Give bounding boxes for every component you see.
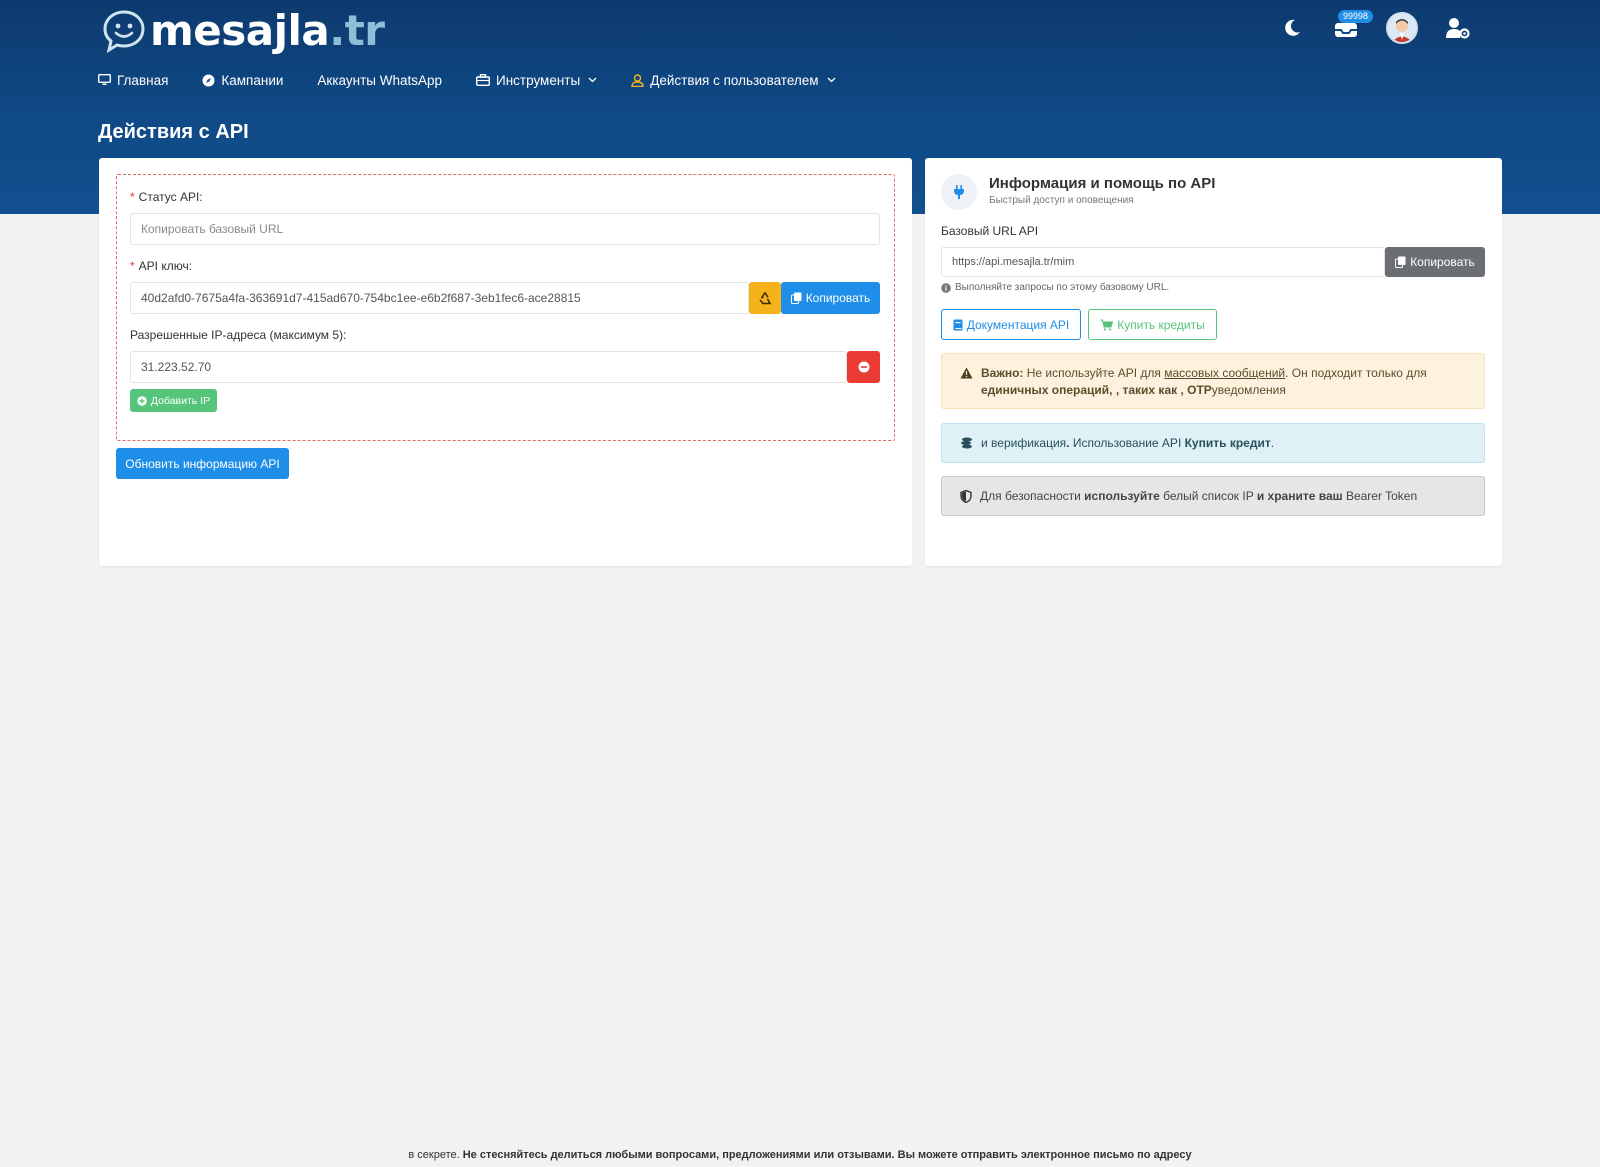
status-input[interactable]: Копировать базовый URL xyxy=(130,213,880,245)
mass-messages-link[interactable]: массовых сообщений xyxy=(1164,366,1285,380)
nav-tools[interactable]: Инструменты xyxy=(476,73,597,88)
warning-triangle-icon xyxy=(960,367,973,379)
book-icon xyxy=(953,319,963,330)
copy-icon xyxy=(790,292,802,304)
page-title: Действия с API xyxy=(98,121,249,143)
base-url-input[interactable]: https://api.mesajla.tr/mim xyxy=(941,247,1385,277)
buy-credits-button[interactable]: Купить кредиты xyxy=(1088,309,1217,340)
nav-whatsapp-accounts[interactable]: Аккаунты WhatsApp xyxy=(317,73,442,88)
user-gear-icon xyxy=(1446,18,1470,39)
cart-icon xyxy=(1100,319,1114,331)
key-label: * API ключ: xyxy=(130,259,193,273)
briefcase-icon xyxy=(476,74,490,86)
remove-ip-button[interactable] xyxy=(847,351,880,383)
info-title: Информация и помощь по API xyxy=(989,175,1216,192)
info-circle-icon xyxy=(941,282,951,293)
compass-icon xyxy=(202,74,215,86)
info-alert: и верификация. Использование API Купить … xyxy=(941,423,1485,463)
top-bar: mesajla.tr 99998 xyxy=(0,0,1600,60)
dark-mode-toggle[interactable] xyxy=(1278,14,1306,42)
update-api-button[interactable]: Обновить информацию API xyxy=(116,448,289,479)
chevron-down-icon xyxy=(588,77,597,83)
api-docs-button[interactable]: Документация API xyxy=(941,309,1081,340)
shield-icon xyxy=(960,489,972,503)
api-settings-card: * Статус API: Копировать базовый URL * API… xyxy=(99,158,912,566)
regenerate-key-button[interactable] xyxy=(749,282,781,314)
copy-key-button[interactable]: Копировать xyxy=(781,282,880,314)
plug-icon xyxy=(954,185,964,199)
avatar[interactable] xyxy=(1386,12,1418,44)
coins-icon xyxy=(961,437,972,449)
info-subtitle: Быстрый доступ и оповещения xyxy=(989,195,1134,206)
security-alert: Для безопасности используйте белый списо… xyxy=(941,476,1485,516)
ip-input[interactable]: 31.223.52.70 xyxy=(130,351,847,383)
user-settings-button[interactable] xyxy=(1444,14,1472,42)
logo[interactable]: mesajla.tr xyxy=(100,6,385,56)
credits-inbox[interactable]: 99998 xyxy=(1332,10,1374,42)
info-text: и верификация. Использование API Купить … xyxy=(981,436,1275,450)
plug-icon-wrap xyxy=(941,174,977,210)
recycle-icon xyxy=(759,292,772,305)
main-nav: Главная Кампании Аккаунты WhatsApp Инстр… xyxy=(98,68,870,92)
top-icons: 99998 xyxy=(1278,10,1472,44)
nav-user-actions[interactable]: Действия с пользователем xyxy=(631,73,836,88)
moon-icon xyxy=(1285,19,1300,36)
warning-text: Важно: Не используйте API для массовых с… xyxy=(981,366,1427,397)
monitor-icon xyxy=(98,74,111,85)
nav-campaigns[interactable]: Кампании xyxy=(202,73,283,88)
credit-badge: 99998 xyxy=(1338,10,1374,23)
user-avatar-icon xyxy=(1388,14,1416,42)
nav-home[interactable]: Главная xyxy=(98,73,168,88)
warning-alert: Важно: Не используйте API для массовых с… xyxy=(941,353,1485,409)
footer-text: в секрете. Не стесняйтесь делиться любым… xyxy=(408,1149,1192,1161)
base-url-label: Базовый URL API xyxy=(941,224,1039,238)
allowed-ips-label: Разрешенные IP-адреса (максимум 5): xyxy=(130,328,347,342)
minus-circle-icon xyxy=(858,361,869,373)
chat-face-logo-icon xyxy=(103,10,145,54)
chevron-down-icon xyxy=(827,77,836,83)
api-key-input[interactable]: 40d2afd0-7675a4fa-363691d7-415ad670-754b… xyxy=(130,282,749,314)
user-icon xyxy=(631,73,644,87)
plus-circle-icon xyxy=(137,395,147,406)
add-ip-button[interactable]: Добавить IP xyxy=(130,389,217,412)
api-info-card: Информация и помощь по API Быстрый досту… xyxy=(925,158,1502,566)
copy-base-url-button[interactable]: Копировать xyxy=(1385,247,1485,277)
security-text: Для безопасности используйте белый списо… xyxy=(980,489,1418,503)
logo-text: mesajla.tr xyxy=(150,6,385,55)
status-label: * Статус API: xyxy=(130,190,203,204)
base-url-hint: Выполняйте запросы по этому базовому URL… xyxy=(941,282,1169,293)
copy-icon xyxy=(1395,256,1406,268)
